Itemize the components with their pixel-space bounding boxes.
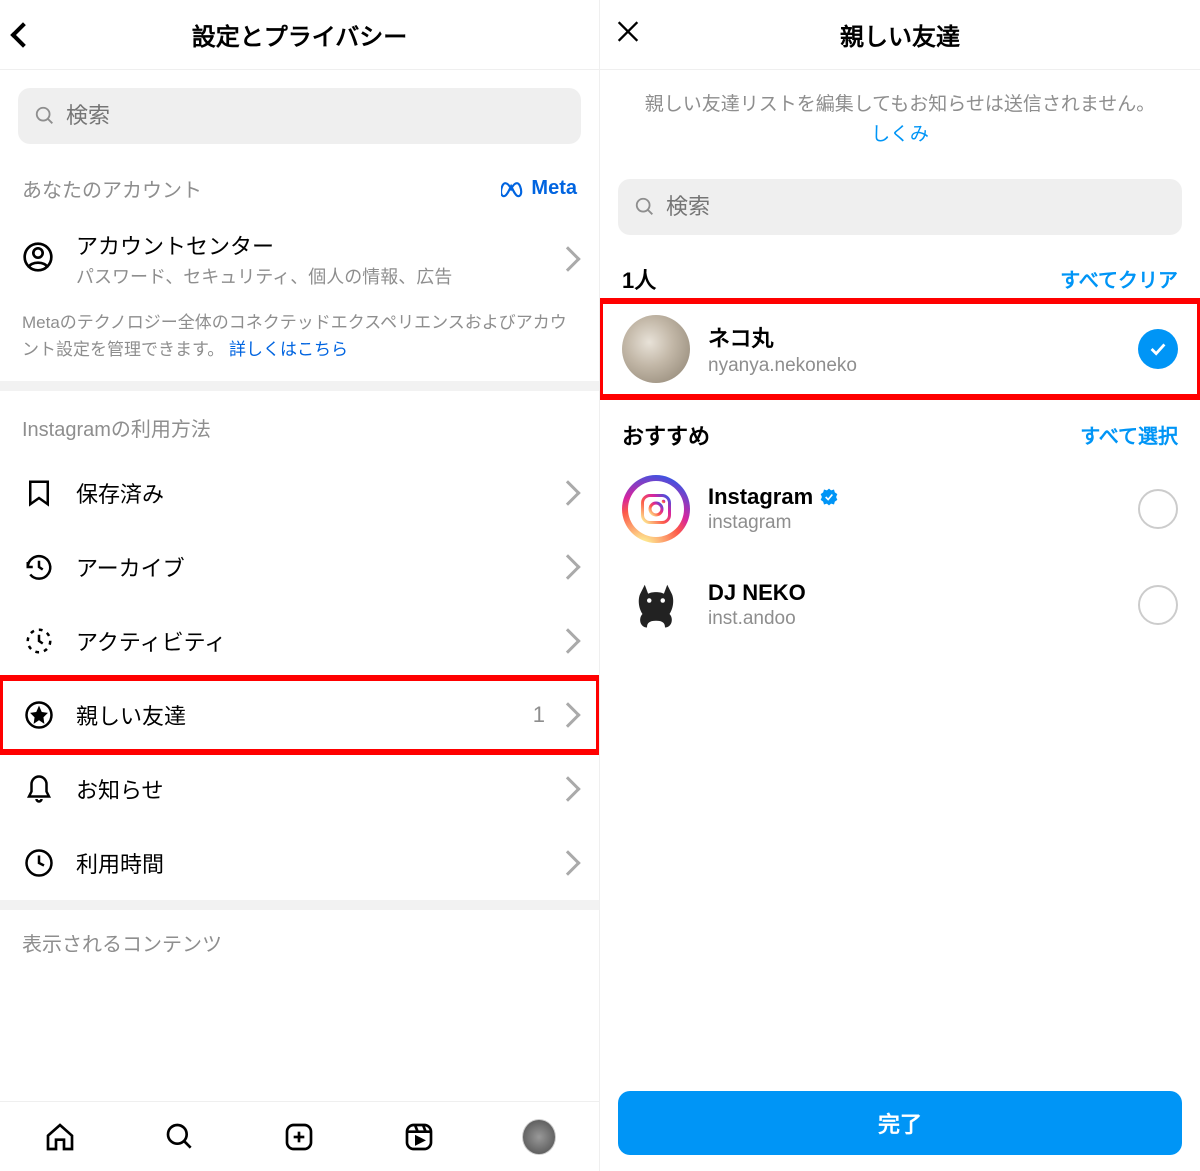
chevron-left-icon (10, 22, 35, 47)
select-all-button[interactable]: すべて選択 (1080, 420, 1178, 449)
star-circle-icon (22, 698, 56, 732)
search-bar[interactable] (18, 88, 581, 144)
how-it-works-link[interactable]: しくみ (871, 124, 929, 145)
search-input[interactable] (66, 103, 565, 129)
archive-icon (22, 550, 56, 584)
user-icon (22, 241, 62, 278)
bell-icon (22, 772, 56, 806)
avatar-icon (522, 1119, 556, 1155)
recommend-checkbox[interactable] (1138, 489, 1178, 529)
friend-avatar (622, 315, 690, 383)
chevron-right-icon (555, 851, 580, 876)
section-divider (0, 900, 599, 910)
bookmark-icon (22, 476, 56, 510)
settings-content: あなたのアカウント Meta アカウントセンター パスワード、セキュリティ、個人… (0, 70, 599, 1171)
close-friends-header: 親しい友達 (600, 0, 1200, 70)
section-divider (0, 381, 599, 391)
instagram-icon (638, 491, 674, 527)
friends-count-row: 1人 すべてクリア (600, 253, 1200, 301)
usage-section: Instagramの利用方法 保存済み アーカイブ アクティビティ (0, 391, 599, 900)
settings-screen: 設定とプライバシー あなたのアカウント Meta アカウントセンター パスワード… (0, 0, 600, 1171)
chevron-right-icon (555, 777, 580, 802)
account-center-subtitle: パスワード、セキュリティ、個人の情報、広告 (76, 263, 559, 289)
close-button[interactable] (614, 16, 642, 53)
info-text: 親しい友達リストを編集してもお知らせは送信されません。しくみ (600, 70, 1200, 161)
search-icon (634, 196, 656, 218)
account-center-row[interactable]: アカウントセンター パスワード、セキュリティ、個人の情報、広告 (0, 213, 599, 305)
friends-search-input[interactable] (666, 194, 1166, 220)
friend-name: ネコ丸 (708, 321, 1138, 353)
row-close-friends[interactable]: 親しい友達 1 (0, 678, 599, 752)
close-friends-count: 1 (533, 702, 545, 728)
meta-icon (501, 180, 527, 198)
recommend-handle: instagram (708, 512, 1138, 534)
close-friends-content: 親しい友達リストを編集してもお知らせは送信されません。しくみ 1人 すべてクリア… (600, 70, 1200, 1171)
settings-header: 設定とプライバシー (0, 0, 599, 70)
recommend-name: Instagram (708, 484, 1138, 510)
clock-icon (22, 846, 56, 880)
account-section-label: あなたのアカウント (22, 174, 202, 203)
activity-icon (22, 624, 56, 658)
row-notifications[interactable]: お知らせ (0, 752, 599, 826)
cat-icon (629, 578, 683, 632)
close-friends-screen: 親しい友達 親しい友達リストを編集してもお知らせは送信されません。しくみ 1人 … (600, 0, 1200, 1171)
chevron-right-icon (555, 246, 580, 271)
friends-count: 1人 (622, 263, 656, 295)
recommend-avatar (622, 571, 690, 639)
meta-learn-more-link[interactable]: 詳しくはこちら (229, 340, 348, 359)
nav-profile[interactable] (522, 1120, 556, 1154)
friend-checkbox-checked[interactable] (1138, 329, 1178, 369)
recommend-row[interactable]: Instagram instagram (600, 461, 1200, 557)
meta-brand: Meta (501, 177, 577, 200)
friends-search-bar[interactable] (618, 179, 1182, 235)
recommend-checkbox[interactable] (1138, 585, 1178, 625)
nav-reels[interactable] (402, 1120, 436, 1154)
display-section-label: 表示されるコンテンツ (0, 910, 599, 975)
usage-section-label: Instagramの利用方法 (0, 391, 599, 456)
recommend-head: おすすめ すべて選択 (600, 397, 1200, 461)
row-archive[interactable]: アーカイブ (0, 530, 599, 604)
meta-description: Metaのテクノロジー全体のコネクテッドエクスペリエンスおよびアカウント設定を管… (0, 305, 599, 381)
close-friends-title: 親しい友達 (840, 17, 960, 52)
chevron-right-icon (555, 629, 580, 654)
friend-handle: nyanya.nekoneko (708, 355, 1138, 377)
recommend-label: おすすめ (622, 419, 710, 451)
nav-create[interactable] (282, 1120, 316, 1154)
done-button[interactable]: 完了 (618, 1091, 1182, 1155)
settings-title: 設定とプライバシー (192, 17, 408, 52)
nav-home[interactable] (43, 1120, 77, 1154)
chevron-right-icon (555, 481, 580, 506)
recommend-handle: inst.andoo (708, 608, 1138, 630)
nav-search[interactable] (163, 1120, 197, 1154)
clear-all-button[interactable]: すべてクリア (1060, 264, 1178, 293)
row-saved[interactable]: 保存済み (0, 456, 599, 530)
friend-row-selected[interactable]: ネコ丸 nyanya.nekoneko (600, 301, 1200, 397)
chevron-right-icon (555, 703, 580, 728)
display-content-section: 表示されるコンテンツ (0, 910, 599, 975)
recommend-avatar (622, 475, 690, 543)
recommend-name: DJ NEKO (708, 580, 1138, 606)
account-center-title: アカウントセンター (76, 229, 559, 261)
row-activity[interactable]: アクティビティ (0, 604, 599, 678)
bottom-nav (0, 1101, 599, 1171)
chevron-right-icon (555, 555, 580, 580)
close-icon (614, 17, 642, 45)
check-icon (1147, 338, 1169, 360)
search-icon (34, 105, 56, 127)
recommend-row[interactable]: DJ NEKO inst.andoo (600, 557, 1200, 653)
back-button[interactable] (14, 26, 32, 44)
verified-icon (819, 487, 839, 507)
account-section-head: あなたのアカウント Meta (0, 162, 599, 213)
row-time-spent[interactable]: 利用時間 (0, 826, 599, 900)
